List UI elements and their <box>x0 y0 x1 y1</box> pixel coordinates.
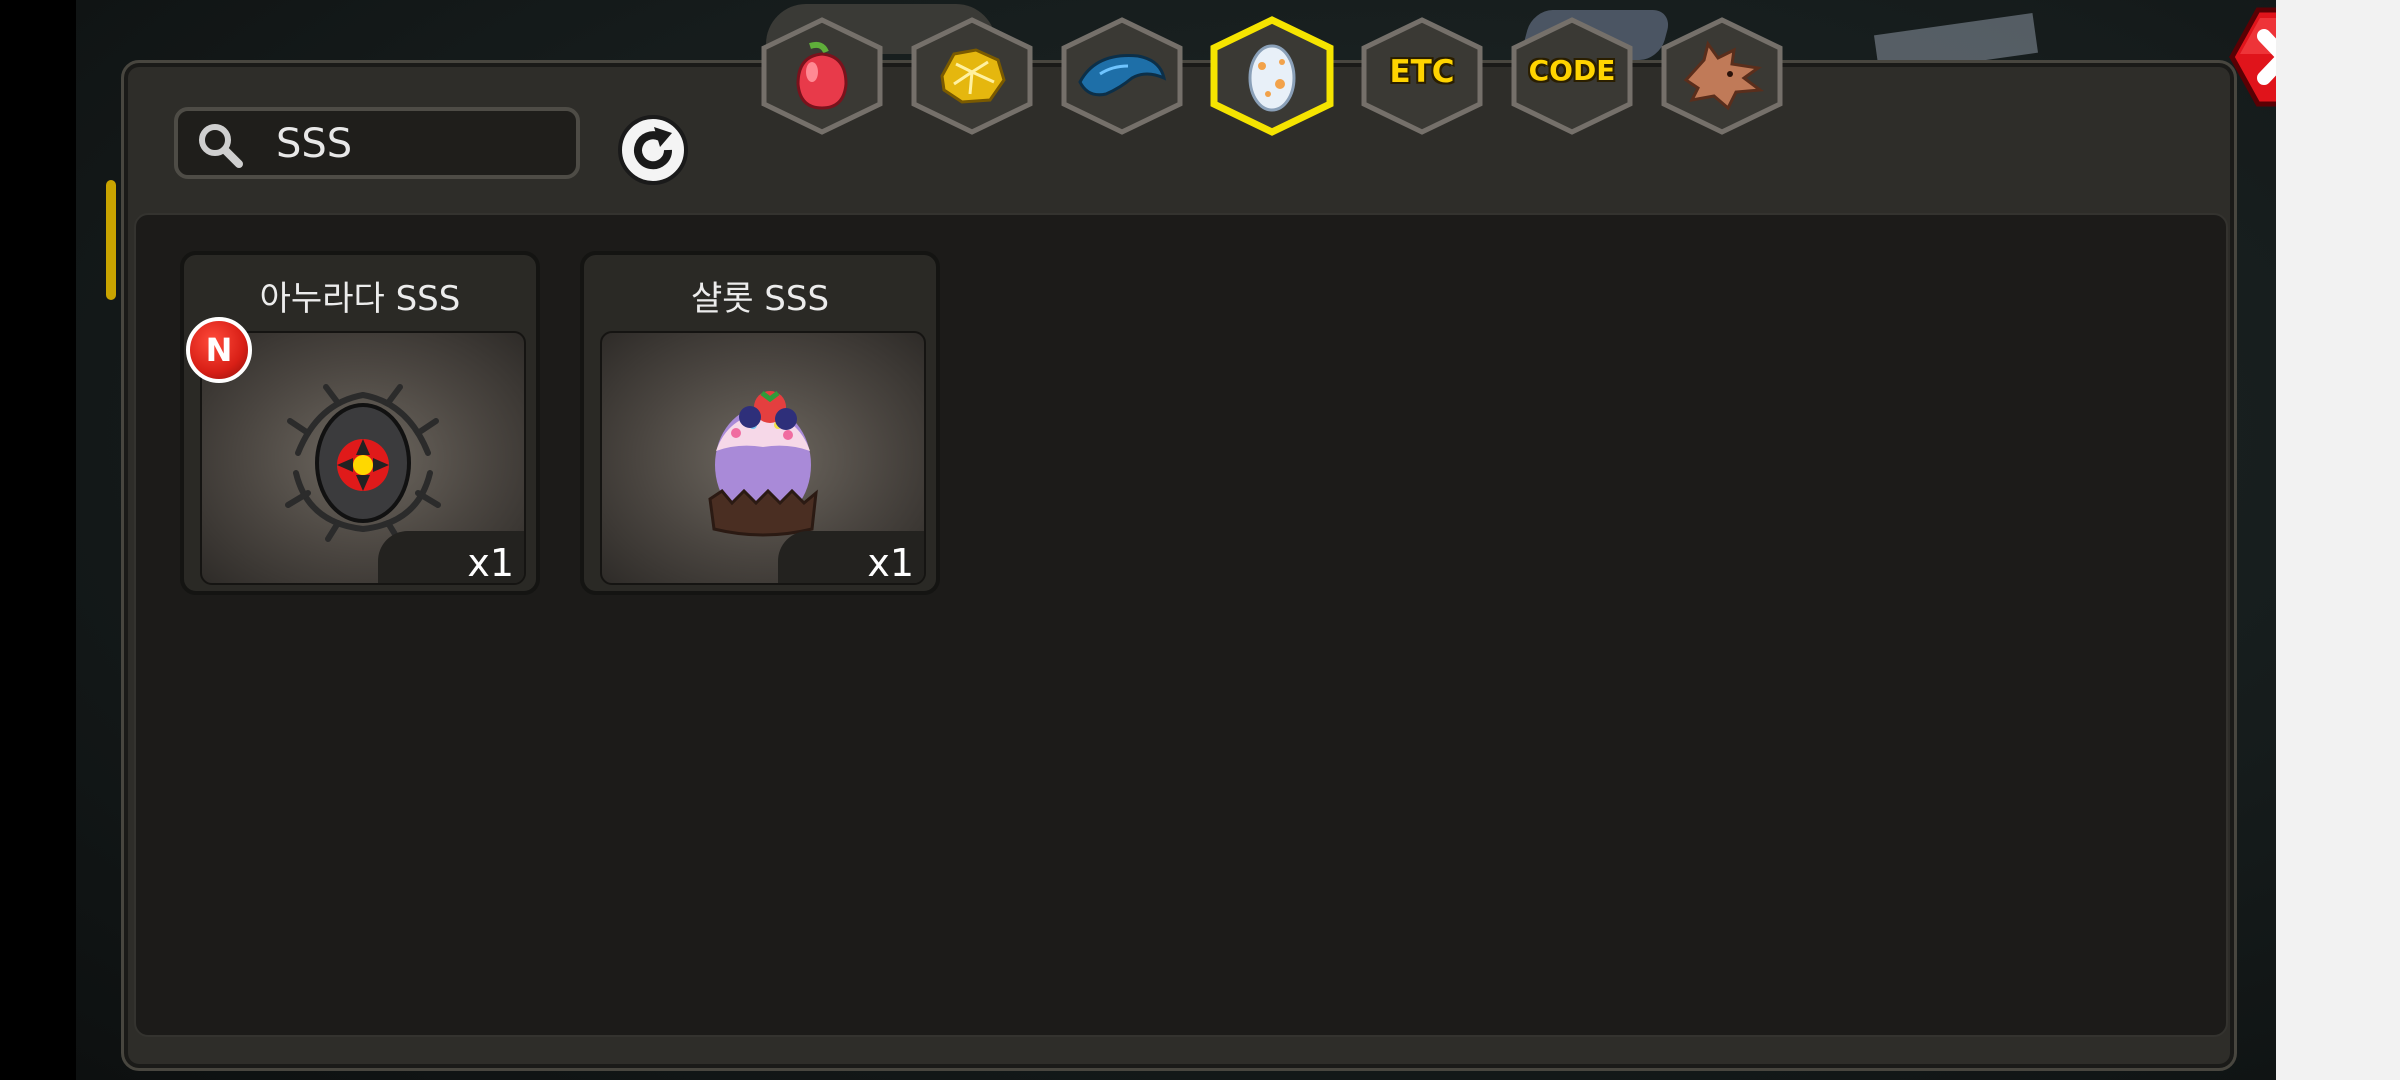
dragon-icon <box>1683 40 1765 111</box>
close-button[interactable] <box>2228 6 2276 108</box>
item-quantity: x1 <box>867 541 914 585</box>
search-icon <box>199 124 243 168</box>
tab-etc[interactable]: ETC <box>1356 16 1488 136</box>
tab-code[interactable]: CODE <box>1506 16 1638 136</box>
tab-egg[interactable] <box>1206 16 1338 136</box>
new-badge: N <box>186 317 252 383</box>
refresh-icon[interactable] <box>616 113 690 187</box>
quantity-pill: x1 <box>378 531 524 585</box>
item-card[interactable]: 샬롯 SSS x1 <box>580 251 940 595</box>
tab-dragon[interactable] <box>1656 16 1788 136</box>
tab-fish[interactable] <box>1056 16 1188 136</box>
tab-label: CODE <box>1528 54 1616 87</box>
tab-gold[interactable] <box>906 16 1038 136</box>
item-image: x1 <box>200 331 526 585</box>
inventory-panel: 아누라다 SSS <box>121 60 2237 1071</box>
game-screen: 아누라다 SSS <box>76 0 2276 1080</box>
item-name: 샬롯 SSS <box>690 279 830 319</box>
search-box[interactable] <box>174 107 580 179</box>
fish-icon <box>1078 54 1167 97</box>
search-input[interactable] <box>274 121 568 167</box>
tab-label: ETC <box>1389 54 1455 90</box>
item-grid: 아누라다 SSS x1 N 샬롯 SSS x1 <box>134 213 2228 1037</box>
item-quantity: x1 <box>467 541 514 585</box>
dark-egg-icon <box>285 384 441 542</box>
quantity-pill: x1 <box>778 531 924 585</box>
gold-icon <box>940 48 1006 104</box>
egg-icon <box>1248 44 1296 112</box>
fruit-icon <box>796 41 848 110</box>
item-card[interactable]: 아누라다 SSS x1 N <box>180 251 540 595</box>
tab-fruit[interactable] <box>756 16 888 136</box>
item-name: 아누라다 SSS <box>259 279 461 319</box>
left-system-bar <box>0 0 76 1080</box>
cake-egg-icon <box>708 391 818 537</box>
item-image: x1 <box>600 331 926 585</box>
background-decoration <box>106 180 116 300</box>
